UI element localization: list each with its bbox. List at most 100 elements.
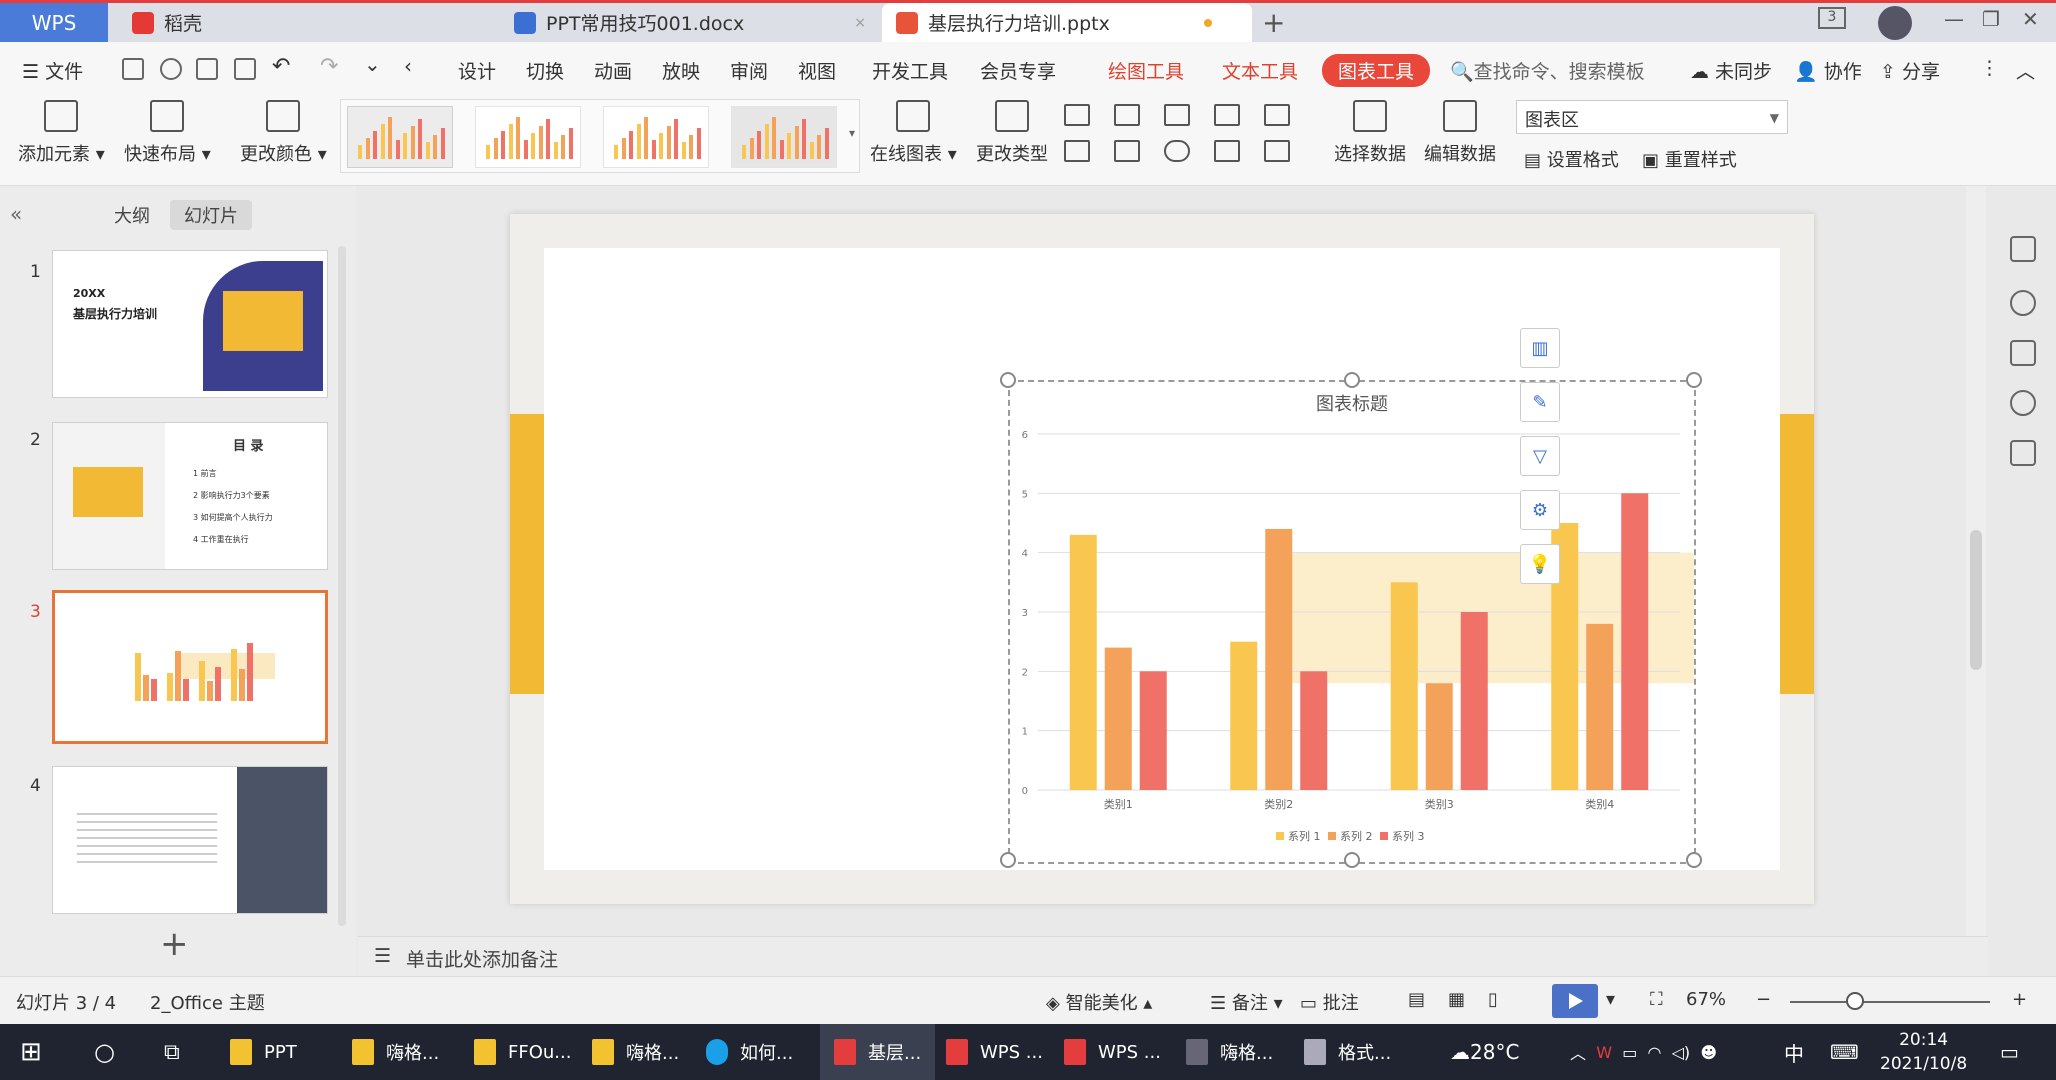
play-options-icon[interactable]: ▾ xyxy=(1606,989,1615,1010)
close-window-icon[interactable]: ✕ xyxy=(2022,7,2039,31)
add-element-button[interactable]: 添加元素 ▾ xyxy=(18,100,105,166)
theme-name[interactable]: 2_Office 主题 xyxy=(150,989,265,1015)
change-color-button[interactable]: 更改颜色 ▾ xyxy=(240,100,327,166)
tab-slides[interactable]: 幻灯片 xyxy=(170,200,252,230)
reading-view-icon[interactable]: ▯ xyxy=(1488,989,1498,1010)
tray-icons[interactable]: ︿ W ▭ ◠ ◁) ☻ xyxy=(1570,1024,1717,1080)
scroll-thumb[interactable] xyxy=(1970,530,1982,670)
menu-text-tools[interactable]: 文本工具 xyxy=(1222,57,1298,84)
keyboard-icon[interactable]: ⌨ xyxy=(1830,1024,1859,1080)
ime-indicator[interactable]: 中 xyxy=(1784,1024,1804,1080)
image-icon[interactable] xyxy=(2010,440,2036,466)
fit-window-icon[interactable]: ⛶ xyxy=(1650,989,1663,1010)
help-icon[interactable] xyxy=(2010,390,2036,416)
collapse-ribbon-icon[interactable]: ︿ xyxy=(2016,57,2035,84)
clock[interactable]: 20:14 2021/10/8 xyxy=(1880,1024,1967,1080)
area-chart-icon[interactable] xyxy=(1064,140,1090,162)
resize-handle-tl[interactable] xyxy=(1000,372,1016,388)
chart-style-3[interactable] xyxy=(603,106,709,168)
smart-beautify-button[interactable]: ◈ 智能美化 ▴ xyxy=(1046,989,1152,1015)
taskbar-item-format[interactable]: 格式... xyxy=(1304,1024,1391,1080)
reset-style-button[interactable]: ▣ 重置样式 xyxy=(1642,146,1737,172)
copy-icon[interactable] xyxy=(2010,340,2036,366)
tab-docx[interactable]: PPT常用技巧001.docx × xyxy=(500,3,880,42)
share-button[interactable]: ⇪ 分享 xyxy=(1880,57,1940,84)
collab-button[interactable]: 👤 协作 xyxy=(1794,57,1862,84)
taskbar-item-wps2[interactable]: WPS ... xyxy=(1064,1024,1161,1080)
taskbar-item-wps1[interactable]: WPS ... xyxy=(946,1024,1043,1080)
customize-icon[interactable]: ⌄ xyxy=(364,52,381,76)
chart-element-select[interactable]: 图表区 ▼ xyxy=(1516,100,1788,134)
taskbar-item-folder4[interactable]: 嗨格... xyxy=(592,1024,679,1080)
taskbar-item-recorder[interactable]: 嗨格... xyxy=(1186,1024,1273,1080)
chart-style-4[interactable] xyxy=(731,106,837,168)
normal-view-icon[interactable]: ▤ xyxy=(1408,989,1425,1010)
menu-transition[interactable]: 切换 xyxy=(526,57,564,84)
collapse-panel-icon[interactable]: « xyxy=(10,202,22,226)
notes-toggle[interactable]: ☰ 备注 ▾ xyxy=(1210,989,1283,1015)
change-type-button[interactable]: 更改类型 xyxy=(976,100,1048,166)
pie-chart-icon[interactable] xyxy=(1164,140,1190,162)
bar-chart-icon[interactable] xyxy=(1114,104,1140,126)
chart-style-2[interactable] xyxy=(475,106,581,168)
stock-chart-icon[interactable] xyxy=(1264,104,1290,126)
slide-thumbnail-3[interactable] xyxy=(52,590,328,744)
slide-thumbnail-4[interactable] xyxy=(52,766,328,914)
taskbar-item-folder2[interactable]: 嗨格... xyxy=(352,1024,439,1080)
menu-review[interactable]: 审阅 xyxy=(730,57,768,84)
chart-filter-button[interactable]: ▽ xyxy=(1520,436,1560,476)
notification-icon[interactable]: ▭ xyxy=(2000,1024,2019,1080)
slide-thumbnail-1[interactable]: 20XX 基层执行力培训 xyxy=(52,250,328,398)
taskbar-item-folder3[interactable]: FFOu... xyxy=(474,1024,571,1080)
tab-pptx-active[interactable]: 基层执行力培训.pptx xyxy=(882,3,1252,42)
taskbar-item-edge[interactable]: 如何... xyxy=(706,1024,793,1080)
bar-chart[interactable]: 图表标题 0 1 2 3 4 5 6 类别1 类别2 类别3 类别4 系列 1 系列 2 系列 3 xyxy=(1010,382,1740,862)
resize-handle-bl[interactable] xyxy=(1000,852,1016,868)
chart-elements-button[interactable]: ▥ xyxy=(1520,328,1560,368)
resize-handle-tr[interactable] xyxy=(1686,372,1702,388)
notes-area[interactable]: ☰ 单击此处添加备注 xyxy=(358,936,1988,976)
tab-count-icon[interactable]: 3 xyxy=(1818,7,1846,29)
quick-layout-button[interactable]: 快速布局 ▾ xyxy=(124,100,211,166)
slide-thumbnail-2[interactable]: 目 录 1 前言 2 影响执行力3个要素 3 如何提高个人执行力 4 工作重在执… xyxy=(52,422,328,570)
new-tab-button[interactable]: + xyxy=(1262,6,1285,39)
format-button[interactable]: ▤ 设置格式 xyxy=(1524,146,1619,172)
tab-docer[interactable]: 稻壳 xyxy=(118,3,498,42)
zoom-slider-knob[interactable] xyxy=(1846,992,1864,1010)
scatter-chart-icon[interactable] xyxy=(1214,140,1240,162)
tab-outline[interactable]: 大纲 xyxy=(100,200,164,230)
menu-animation[interactable]: 动画 xyxy=(594,57,632,84)
online-chart-button[interactable]: 在线图表 ▾ xyxy=(870,100,957,166)
star-icon[interactable] xyxy=(2010,290,2036,316)
chart-style-button[interactable]: ✎ xyxy=(1520,382,1560,422)
task-view-icon[interactable]: ⧉ xyxy=(164,1024,180,1080)
resize-handle-b[interactable] xyxy=(1344,852,1360,868)
zoom-slider[interactable] xyxy=(1790,1001,1990,1003)
column-chart-icon[interactable] xyxy=(1064,104,1090,126)
menu-draw-tools[interactable]: 绘图工具 xyxy=(1108,57,1184,84)
edit-data-button[interactable]: 编辑数据 xyxy=(1424,100,1496,166)
canvas-scrollbar[interactable] xyxy=(1966,186,1986,936)
undo-icon[interactable]: ↶ xyxy=(272,54,290,79)
file-menu[interactable]: ☰ 文件 xyxy=(22,57,83,84)
weather-widget[interactable]: ☁ 28°C xyxy=(1450,1024,1519,1080)
taskbar-item-wps-active[interactable]: 基层... xyxy=(820,1024,936,1080)
chart-style-1[interactable] xyxy=(347,106,453,168)
comment-button[interactable]: ▭ 批注 xyxy=(1300,989,1359,1015)
panel-scrollbar[interactable] xyxy=(338,246,346,926)
zoom-in-icon[interactable]: + xyxy=(2012,989,2027,1010)
combo-chart-icon[interactable] xyxy=(1114,140,1140,162)
restore-icon[interactable]: ❐ xyxy=(1982,7,2000,31)
avatar[interactable] xyxy=(1878,6,1912,40)
resize-handle-t[interactable] xyxy=(1344,372,1360,388)
print-icon[interactable] xyxy=(196,58,218,80)
sync-button[interactable]: ☁ 未同步 xyxy=(1690,57,1772,84)
radar-chart-icon[interactable] xyxy=(1214,104,1240,126)
play-slideshow-button[interactable] xyxy=(1552,984,1598,1018)
format-painter-icon[interactable] xyxy=(160,58,182,80)
select-data-button[interactable]: 选择数据 xyxy=(1334,100,1406,166)
zoom-level[interactable]: 67% xyxy=(1686,989,1726,1010)
minimize-icon[interactable]: — xyxy=(1944,7,1964,31)
menu-chart-tools[interactable]: 图表工具 xyxy=(1322,54,1431,87)
menu-view[interactable]: 视图 xyxy=(798,57,836,84)
